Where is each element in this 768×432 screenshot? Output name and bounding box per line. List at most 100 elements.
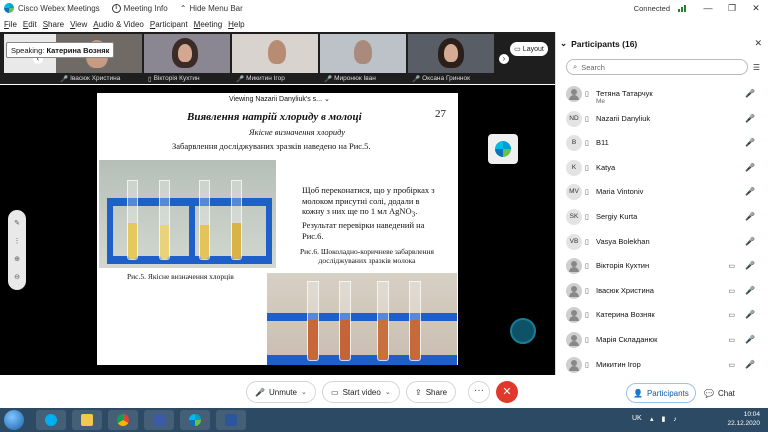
language-indicator[interactable]: UK — [632, 415, 642, 422]
rack-bottom — [267, 355, 457, 365]
menu-help[interactable]: Help — [228, 20, 244, 29]
panel-menu-icon[interactable]: ☰ — [753, 63, 760, 72]
tile-name-text: Миронюк Іван — [334, 75, 376, 82]
video-strip: 🎤 Івасюк Христина ▯ Вікторія Кухтин 🎤 Микит… — [0, 32, 555, 84]
viewing-banner[interactable]: Viewing Nazarii Danyliuk's s... ⌄ — [225, 93, 334, 105]
word-taskbar-icon[interactable] — [216, 410, 246, 430]
grip-icon[interactable]: ⋮ — [14, 237, 21, 245]
menu-view[interactable]: View — [70, 20, 87, 29]
participant-search-input[interactable]: ⌕ Search — [566, 59, 748, 75]
restore-button[interactable]: ❐ — [720, 0, 744, 16]
scroll-right-button[interactable]: › — [499, 54, 509, 64]
menu-meeting[interactable]: Meeting — [194, 20, 222, 29]
mic-muted-icon[interactable]: 🎤 — [745, 261, 755, 270]
participant-name: Sergiy Kurta — [596, 211, 638, 221]
start-video-button[interactable]: ▭ Start video ⌄ — [322, 381, 400, 403]
explorer-taskbar-icon[interactable] — [72, 410, 102, 430]
floating-self-view[interactable] — [510, 318, 536, 344]
layout-button[interactable]: ▭ Layout — [510, 42, 548, 56]
start-button[interactable] — [4, 410, 24, 430]
skype-taskbar-icon[interactable] — [36, 410, 66, 430]
unmute-button[interactable]: 🎤 Unmute ⌄ — [246, 381, 316, 403]
close-icon[interactable]: ✕ — [754, 38, 762, 49]
mic-muted-icon[interactable]: 🎤 — [745, 237, 755, 246]
chat-tab-button[interactable]: 💬 Chat — [698, 383, 741, 403]
chevron-down-icon[interactable]: ⌄ — [560, 38, 567, 49]
phone-icon: ▯ — [148, 75, 152, 83]
phone-icon: ▯ — [585, 213, 589, 221]
floating-webex-icon[interactable] — [488, 134, 518, 164]
zoom-in-icon[interactable]: ⊕ — [14, 255, 20, 263]
video-tile-3[interactable] — [232, 34, 318, 73]
participant-row[interactable]: ▯ Тетяна Татарчук Me 🎤 — [556, 82, 768, 107]
chevron-down-icon[interactable]: ⌄ — [385, 388, 391, 396]
participant-list: ▯ Тетяна Татарчук Me 🎤 ND ▯ Nazarii Danyliuk 🎤 B… — [556, 82, 768, 377]
video-tile-name: 🎤 Івасюк Христина — [60, 74, 120, 83]
tray-icons[interactable]: ▴ ▮ ♪ — [650, 415, 680, 423]
minimize-button[interactable]: — — [696, 0, 720, 16]
video-tile-5[interactable] — [408, 34, 494, 73]
menu-share[interactable]: Share — [43, 20, 64, 29]
phone-icon: ▯ — [585, 164, 589, 172]
pointer-icon[interactable]: ✎ — [14, 219, 20, 227]
participant-row[interactable]: SK ▯ Sergiy Kurta 🎤 — [556, 205, 768, 230]
participant-row[interactable]: ND ▯ Nazarii Danyliuk 🎤 — [556, 107, 768, 132]
avatar: ND — [566, 110, 582, 127]
close-window-button[interactable]: ✕ — [744, 0, 768, 16]
avatar: MV — [566, 184, 582, 201]
system-clock[interactable]: 10:04 22.12.2020 — [727, 410, 760, 428]
participant-row[interactable]: VB ▯ Vasya Bolekhan 🎤 — [556, 230, 768, 255]
rack-leg — [266, 198, 272, 264]
zoom-out-icon[interactable]: ⊖ — [14, 273, 20, 281]
share-button[interactable]: ⇪ Share — [406, 381, 457, 403]
participant-row[interactable]: ▯ Вікторія Кухтин ▭ 🎤 — [556, 254, 768, 279]
mic-muted-icon[interactable]: 🎤 — [745, 138, 755, 147]
mic-muted-icon[interactable]: 🎤 — [745, 163, 755, 172]
video-icon: ▭ — [331, 387, 339, 397]
participants-tab-button[interactable]: 👤 Participants — [626, 383, 696, 403]
participant-name: Katya — [596, 162, 616, 172]
leave-meeting-button[interactable]: ✕ — [496, 381, 518, 403]
save-taskbar-icon[interactable] — [144, 410, 174, 430]
mic-muted-icon[interactable]: 🎤 — [745, 89, 755, 98]
mic-muted-icon[interactable]: 🎤 — [745, 335, 755, 344]
video-tile-4[interactable] — [320, 34, 406, 73]
menu-participant[interactable]: Participant — [150, 20, 188, 29]
hide-menu-bar-button[interactable]: ⌃ Hide Menu Bar — [180, 4, 243, 13]
participant-row[interactable]: ▯ Катерина Возняк ▭ 🎤 — [556, 303, 768, 328]
avatar: SK — [566, 208, 582, 225]
chevron-down-icon[interactable]: ⌄ — [301, 388, 307, 396]
more-options-button[interactable]: ··· — [468, 381, 490, 403]
chevron-up-icon: ⌃ — [179, 3, 187, 13]
chat-label: Chat — [717, 388, 735, 398]
participant-row[interactable]: B ▯ B11 🎤 — [556, 131, 768, 156]
webex-taskbar-icon[interactable] — [180, 410, 210, 430]
mic-muted-icon: 🎤 — [324, 75, 333, 83]
participant-row[interactable]: MV ▯ Maria Vintoniv 🎤 — [556, 180, 768, 205]
tile-name-text: Вікторія Кухтин — [153, 75, 200, 82]
video-tile-2[interactable] — [144, 34, 230, 73]
participant-row[interactable]: ▯ Івасюк Христина ▭ 🎤 — [556, 279, 768, 304]
menu-file[interactable]: File — [4, 20, 17, 29]
menu-edit[interactable]: Edit — [23, 20, 37, 29]
participant-row[interactable]: ▯ Марія Складанюк ▭ 🎤 — [556, 328, 768, 353]
slide-subtitle: Якісне визначення хлориду — [249, 127, 346, 137]
participant-subtitle: Me — [596, 98, 606, 105]
mic-muted-icon[interactable]: 🎤 — [745, 286, 755, 295]
slide-page-number: 27 — [435, 108, 446, 120]
mic-muted-icon[interactable]: 🎤 — [745, 114, 755, 123]
mic-muted-icon[interactable]: 🎤 — [745, 212, 755, 221]
mic-muted-icon[interactable]: 🎤 — [745, 360, 755, 369]
video-camera-icon: ▭ — [728, 312, 735, 320]
test-tube — [199, 180, 210, 260]
mic-icon[interactable]: 🎤 — [745, 310, 755, 319]
chrome-taskbar-icon[interactable] — [108, 410, 138, 430]
meeting-info-button[interactable]: i Meeting Info — [111, 3, 168, 13]
mic-muted-icon[interactable]: 🎤 — [745, 187, 755, 196]
info-icon: i — [111, 3, 121, 13]
phone-icon: ▯ — [585, 312, 589, 320]
menu-audio-video[interactable]: Audio & Video — [93, 20, 144, 29]
test-tube — [307, 281, 319, 361]
participant-row[interactable]: K ▯ Katya 🎤 — [556, 156, 768, 181]
participant-row[interactable]: ▯ Микитин Ігор ▭ 🎤 — [556, 353, 768, 378]
